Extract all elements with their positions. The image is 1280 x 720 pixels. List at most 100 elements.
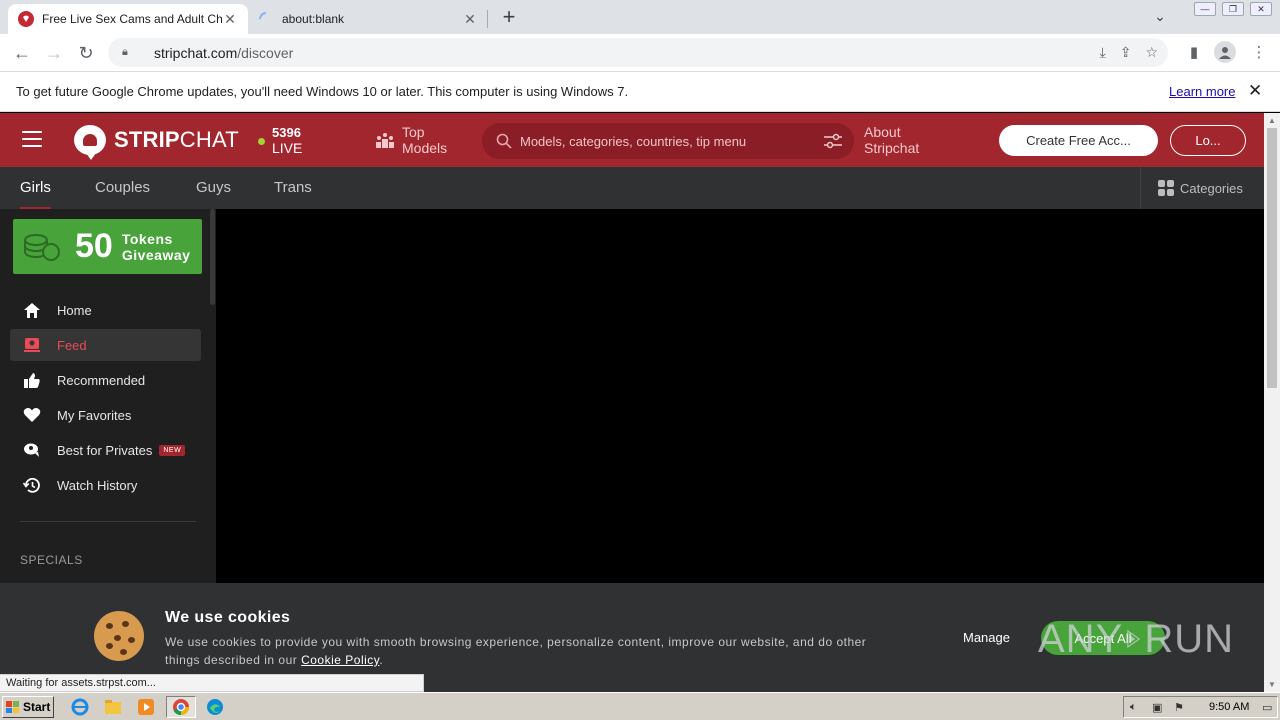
accept-all-button[interactable]: Accept All (1041, 621, 1165, 655)
tab-couples[interactable]: Couples (95, 179, 150, 196)
page-scrollbar[interactable]: ▲ ▼ (1264, 113, 1280, 692)
tab-close-icon[interactable]: ✕ (222, 11, 238, 27)
sidebar-item-recommended[interactable]: Recommended (10, 364, 201, 396)
clock[interactable]: 9:50 AM (1209, 701, 1249, 713)
browser-status-bubble: Waiting for assets.strpst.com... (0, 674, 424, 692)
sidebar-scrollbar[interactable] (210, 209, 215, 305)
install-app-icon[interactable]: ⤓ (1100, 44, 1106, 61)
back-icon[interactable]: ← (9, 40, 35, 66)
tab-stripchat[interactable]: Free Live Sex Cams and Adult Chat ✕ (8, 4, 248, 34)
sidebar-item-feed[interactable]: Feed (10, 329, 201, 361)
live-dot-icon (258, 138, 265, 145)
tab-title: Free Live Sex Cams and Adult Chat (42, 12, 222, 26)
manage-cookies-button[interactable]: Manage (963, 630, 1010, 645)
promo-line1: Tokens (121, 230, 173, 247)
tab-search-chevron-icon[interactable]: ⌄ (1150, 8, 1170, 26)
promo-number: 50 (75, 227, 113, 265)
cookie-text: We use cookies to provide you with smoot… (165, 635, 867, 667)
browser-tab-strip: Free Live Sex Cams and Adult Chat ✕ abou… (0, 0, 1280, 34)
chrome-taskbar-icon[interactable] (166, 696, 196, 718)
windows-logo-icon (6, 701, 20, 713)
sidebar-item-home[interactable]: Home (10, 294, 201, 326)
action-center-flag-icon[interactable]: ⚑ (1174, 701, 1188, 714)
show-desktop-icon[interactable]: ▭ (1262, 701, 1276, 714)
private-chat-icon (22, 441, 42, 459)
volume-icon[interactable]: 🔈︎ (1130, 701, 1144, 714)
coins-icon (24, 233, 60, 261)
close-window-icon[interactable]: ✕ (1250, 2, 1272, 16)
thumbs-up-icon (22, 371, 42, 389)
site-header: STRIPCHAT 5396 LIVE TopModels AboutStrip… (0, 113, 1264, 167)
stripchat-logo[interactable]: STRIPCHAT (74, 125, 239, 160)
share-icon[interactable]: ⇪ (1120, 44, 1132, 61)
scrollbar-thumb[interactable] (1267, 128, 1277, 388)
sidebar-menu: Home Feed Recommended My Favorites Best … (10, 294, 201, 504)
system-tray: 🔈︎ ▣ ⚑ 9:50 AM ▭ (1123, 696, 1278, 718)
reload-icon[interactable]: ↻ (73, 40, 99, 66)
side-panel-icon[interactable]: ▮ (1183, 41, 1205, 63)
lock-icon: 🔒︎ (122, 45, 128, 58)
promo-line2: Giveaway (121, 246, 191, 263)
new-tab-icon[interactable]: + (498, 4, 520, 29)
category-tabs: Girls Couples Guys Trans Categories (0, 167, 1264, 210)
tab-guys[interactable]: Guys (196, 179, 231, 196)
new-badge: NEW (159, 444, 186, 456)
forward-icon[interactable]: → (41, 40, 67, 66)
minimize-icon[interactable]: — (1194, 2, 1216, 16)
categories-button[interactable]: Categories (1140, 167, 1264, 209)
tab-about-blank[interactable]: about:blank ✕ (248, 4, 488, 34)
tab-title: about:blank (282, 12, 345, 26)
bookmark-star-icon[interactable]: ☆ (1145, 44, 1158, 61)
logo-wordmark: STRIPCHAT (114, 127, 239, 152)
edge-icon[interactable] (205, 697, 225, 717)
cookie-policy-link[interactable]: Cookie Policy (301, 653, 379, 667)
media-player-icon[interactable] (136, 697, 156, 717)
explorer-folder-icon[interactable] (103, 697, 123, 717)
tab-close-icon[interactable]: ✕ (462, 11, 478, 27)
about-stripchat-link[interactable]: About Stripchat (864, 124, 919, 156)
window-controls: — ❐ ✕ (1194, 2, 1272, 16)
tab-girls[interactable]: Girls (20, 179, 51, 210)
ie-icon[interactable] (70, 697, 90, 717)
live-count: 5396 (272, 125, 301, 140)
stripchat-favicon-icon (18, 11, 34, 27)
feed-icon (22, 336, 42, 354)
top-models-link[interactable]: Top Models (376, 124, 447, 156)
search-icon (496, 133, 512, 149)
create-account-button[interactable]: Create Free Acc... (999, 125, 1158, 156)
tokens-giveaway-banner[interactable]: 50 Tokens Giveaway (13, 219, 202, 274)
profile-avatar-icon[interactable] (1214, 41, 1236, 63)
model-search (482, 123, 854, 159)
cookie-icon (94, 611, 144, 661)
hamburger-menu-icon[interactable] (22, 131, 42, 147)
windows-taskbar: Start 🔈︎ ▣ ⚑ 9:50 AM ▭ (0, 692, 1280, 720)
infobar-message: To get future Google Chrome updates, you… (16, 84, 629, 99)
tab-trans[interactable]: Trans (274, 179, 312, 196)
network-icon[interactable]: ▣ (1152, 701, 1166, 714)
search-input[interactable] (520, 133, 800, 149)
sidebar-item-favorites[interactable]: My Favorites (10, 399, 201, 431)
scroll-up-icon[interactable]: ▲ (1268, 116, 1276, 125)
restore-icon[interactable]: ❐ (1222, 2, 1244, 16)
sidebar-divider (20, 521, 196, 522)
filter-sliders-icon[interactable] (824, 133, 842, 149)
scroll-down-icon[interactable]: ▼ (1268, 680, 1276, 689)
sidebar-item-best-for-privates[interactable]: Best for Privates NEW (10, 434, 201, 466)
live-counter: 5396 LIVE (258, 125, 302, 156)
logo-mark-icon (74, 125, 106, 160)
learn-more-link[interactable]: Learn more (1169, 84, 1235, 99)
infobar-close-icon[interactable]: ✕ (1248, 81, 1262, 101)
address-bar[interactable]: 🔒︎ stripchat.com/discover ⤓ ⇪ ☆ (108, 38, 1168, 67)
home-icon (22, 301, 42, 319)
live-label: LIVE (272, 140, 303, 156)
tab-separator (487, 10, 488, 28)
chrome-menu-icon[interactable]: ⋮ (1248, 41, 1270, 63)
podium-icon (376, 133, 394, 148)
omnibox-actions: ⤓ ⇪ ☆ (1100, 44, 1159, 61)
login-button[interactable]: Lo... (1170, 125, 1246, 156)
sidebar-item-watch-history[interactable]: Watch History (10, 469, 201, 501)
update-infobar: To get future Google Chrome updates, you… (0, 71, 1280, 112)
grid-icon (1158, 180, 1174, 196)
start-button[interactable]: Start (2, 696, 54, 718)
history-icon (22, 476, 42, 494)
